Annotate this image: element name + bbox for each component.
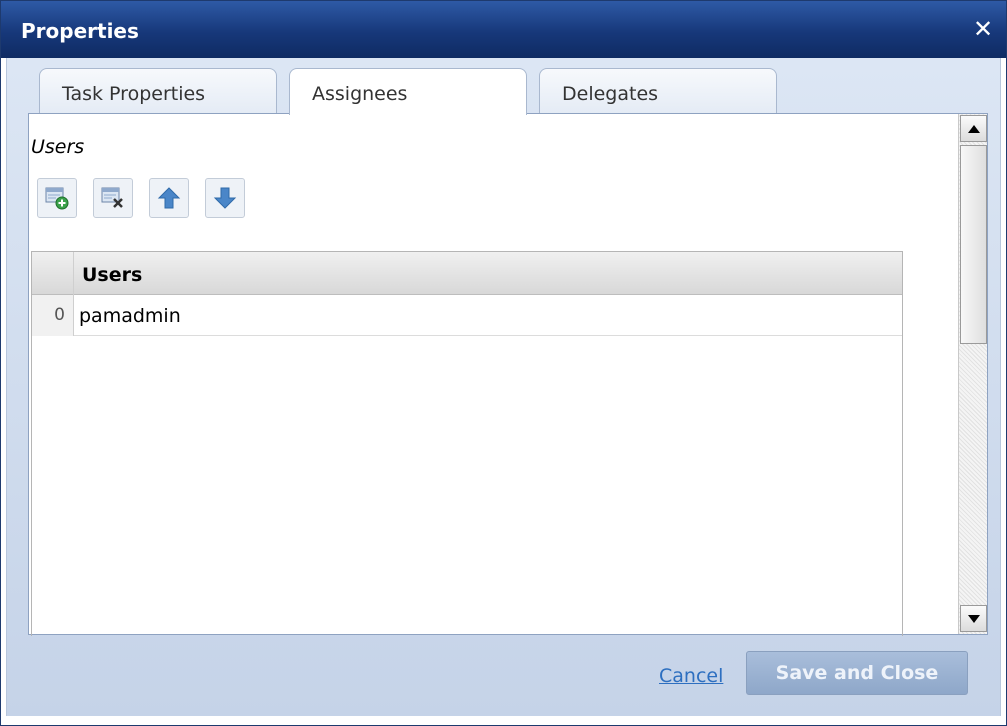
move-down-button[interactable] — [205, 178, 245, 218]
assignees-panel: Users Users 0 pamadmin — [28, 113, 988, 636]
tab-label: Task Properties — [62, 83, 206, 105]
tab-task-properties[interactable]: Task Properties — [39, 68, 277, 114]
remove-user-icon — [101, 187, 123, 208]
remove-user-button[interactable] — [93, 178, 133, 218]
triangle-up-icon — [967, 124, 980, 133]
add-user-icon — [45, 187, 69, 210]
close-icon[interactable]: ✕ — [970, 14, 996, 44]
move-up-button[interactable] — [149, 178, 189, 218]
tab-delegates[interactable]: Delegates — [539, 68, 777, 114]
row-number-header — [32, 252, 74, 295]
grid-header: Users — [32, 252, 902, 295]
add-user-button[interactable] — [37, 178, 77, 218]
save-and-close-button[interactable]: Save and Close — [746, 651, 968, 695]
dialog-title: Properties — [21, 19, 139, 43]
cancel-link[interactable]: Cancel — [659, 665, 723, 687]
scroll-up-button[interactable] — [960, 115, 987, 142]
tab-assignees[interactable]: Assignees — [289, 68, 527, 115]
user-cell[interactable]: pamadmin — [79, 305, 181, 327]
scroll-down-button[interactable] — [960, 605, 987, 632]
arrow-down-icon — [213, 187, 237, 209]
triangle-down-icon — [967, 614, 980, 623]
scrollbar-thumb[interactable] — [960, 145, 987, 344]
tab-label: Delegates — [562, 83, 659, 105]
properties-dialog: Properties ✕ Task Properties Assignees D… — [0, 0, 1007, 726]
table-row[interactable]: 0 pamadmin — [32, 295, 902, 336]
users-section-label: Users — [31, 136, 85, 158]
arrow-up-icon — [157, 187, 181, 209]
users-column-header[interactable]: Users — [82, 264, 142, 286]
tab-label: Assignees — [312, 83, 408, 105]
row-number: 0 — [32, 295, 74, 336]
dialog-titlebar[interactable]: Properties ✕ — [1, 1, 1006, 58]
vertical-scrollbar[interactable] — [958, 114, 987, 634]
users-grid: Users 0 pamadmin — [31, 251, 903, 636]
